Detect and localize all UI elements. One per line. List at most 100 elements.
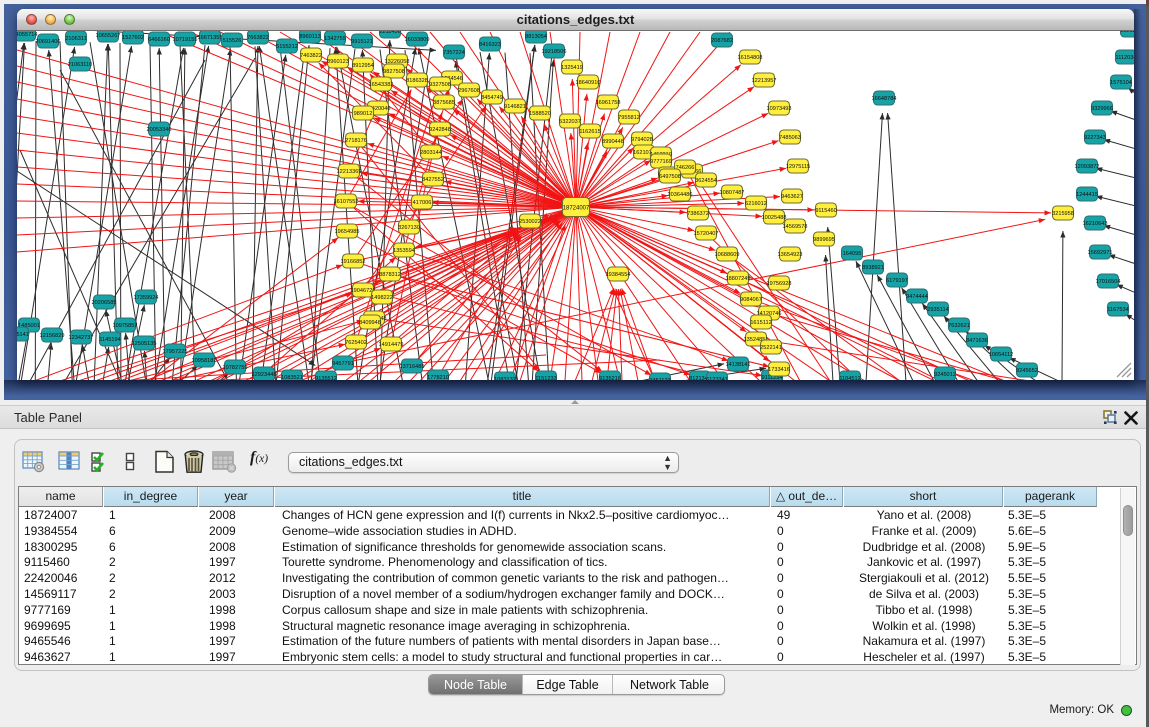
svg-text:12505135: 12505135 [132,341,157,347]
svg-text:14138141: 14138141 [726,362,751,368]
svg-text:15692971: 15692971 [1088,250,1113,256]
svg-text:8990448: 8990448 [602,139,624,145]
svg-text:9242848: 9242848 [429,127,451,133]
svg-text:9463627: 9463627 [781,194,803,200]
svg-text:10973493: 10973493 [767,106,792,112]
svg-text:2530022: 2530022 [519,219,541,225]
svg-text:2211456: 2211456 [379,31,400,35]
svg-text:18807249: 18807249 [726,276,751,282]
svg-text:9915121: 9915121 [351,39,373,45]
svg-text:7485063: 7485063 [779,135,801,141]
svg-text:18640910: 18640910 [576,80,601,86]
svg-text:3267130: 3267130 [398,225,420,231]
svg-text:2522141: 2522141 [760,345,782,351]
svg-text:12342737: 12342737 [69,335,94,341]
svg-text:17016504: 17016504 [1096,279,1121,285]
svg-text:1575104: 1575104 [1110,80,1132,86]
svg-text:3915141: 3915141 [17,332,29,338]
svg-text:8912954: 8912954 [352,63,374,69]
svg-text:16210643: 16210643 [1083,221,1108,227]
svg-text:16671355: 16671355 [198,35,223,41]
svg-text:2106311: 2106311 [65,36,86,42]
svg-text:1342755: 1342755 [324,36,346,42]
svg-text:7955812: 7955812 [618,115,640,121]
svg-text:9115460: 9115460 [815,208,836,214]
svg-text:8416323: 8416323 [479,42,501,48]
svg-text:12975115: 12975115 [786,164,810,170]
svg-text:6497508: 6497508 [659,174,681,180]
svg-text:7632621: 7632621 [948,323,970,329]
svg-text:14055714: 14055714 [17,32,37,38]
svg-text:2718176: 2718176 [345,138,367,144]
svg-text:417006: 417006 [413,200,432,206]
svg-text:10807487: 10807487 [720,190,745,196]
svg-text:8960123: 8960123 [327,59,349,65]
svg-text:19166852: 19166852 [341,259,366,265]
svg-text:9899695: 9899695 [813,237,835,243]
svg-text:3215958: 3215958 [1052,211,1074,217]
svg-text:6216012: 6216012 [745,201,767,207]
svg-text:10782759: 10782759 [223,365,248,371]
svg-text:9474444: 9474444 [906,294,928,300]
svg-text:10025488: 10025488 [762,215,787,221]
svg-text:7463822: 7463822 [300,53,322,59]
svg-text:16107553: 16107553 [334,199,359,205]
svg-text:9227343: 9227343 [1084,135,1106,141]
svg-text:9084067: 9084067 [740,297,762,303]
svg-text:1162615: 1162615 [579,129,600,135]
svg-text:16154808: 16154808 [738,55,763,61]
svg-text:20206585: 20206585 [92,300,117,306]
svg-text:16648784: 16648784 [872,96,897,102]
svg-text:16961758: 16961758 [596,100,621,106]
svg-text:12156829: 12156829 [40,333,65,339]
svg-text:19756928: 19756928 [767,281,792,287]
svg-text:9827508: 9827508 [383,69,405,75]
svg-text:2935114: 2935114 [927,307,948,313]
svg-text:9245652: 9245652 [1016,368,1038,374]
svg-text:16543382: 16543382 [369,82,394,88]
svg-text:10975857: 10975857 [113,323,138,329]
svg-text:8409948: 8409948 [359,320,381,326]
svg-text:10655267: 10655267 [96,33,121,39]
svg-text:1325419: 1325419 [561,65,583,71]
svg-text:8960113: 8960113 [299,34,320,40]
svg-text:7357224: 7357224 [443,50,465,56]
svg-text:10654112: 10654112 [989,352,1013,358]
svg-text:1145194: 1145194 [99,337,120,343]
svg-text:13654923: 13654923 [778,252,803,258]
svg-text:10719155: 10719155 [173,37,198,43]
svg-text:7625402: 7625402 [345,340,367,346]
svg-text:20053346: 20053346 [147,127,172,133]
svg-text:8427552: 8427552 [422,177,444,183]
svg-text:15720407: 15720407 [694,231,719,237]
svg-text:2087682: 2087682 [711,38,733,44]
svg-text:1244415: 1244415 [1076,192,1098,198]
svg-text:3875685: 3875685 [433,100,455,106]
svg-text:989012: 989012 [354,111,373,117]
svg-text:13716485: 13716485 [400,364,425,370]
svg-text:12093872: 12093872 [1075,164,1100,170]
svg-text:5322037: 5322037 [559,119,581,125]
svg-text:10688609: 10688609 [715,252,740,258]
svg-text:8186328: 8186328 [406,78,428,84]
svg-text:16033809: 16033809 [405,37,430,43]
svg-text:8813054: 8813054 [525,34,547,40]
svg-text:17359924: 17359924 [134,295,159,301]
svg-text:9327508: 9327508 [429,82,451,88]
svg-text:9457791: 9457791 [332,361,354,367]
svg-text:8471636: 8471636 [966,338,988,344]
svg-text:1921850: 1921850 [1120,31,1134,34]
svg-text:21063110: 21063110 [68,62,92,68]
svg-text:19654985: 19654985 [335,229,360,235]
svg-text:6466160: 6466160 [148,37,170,43]
svg-text:10958187: 10958187 [192,358,217,364]
svg-text:1353594: 1353594 [393,248,415,254]
svg-text:3624554: 3624554 [695,178,717,184]
svg-text:8938921: 8938921 [862,265,884,271]
svg-text:6179197: 6179197 [886,278,908,284]
svg-text:19218506: 19218506 [542,49,567,55]
svg-text:12923448: 12923448 [252,372,277,378]
svg-text:20364486: 20364486 [668,192,693,198]
svg-text:164095: 164095 [843,251,862,257]
svg-text:1615112: 1615112 [750,320,771,326]
